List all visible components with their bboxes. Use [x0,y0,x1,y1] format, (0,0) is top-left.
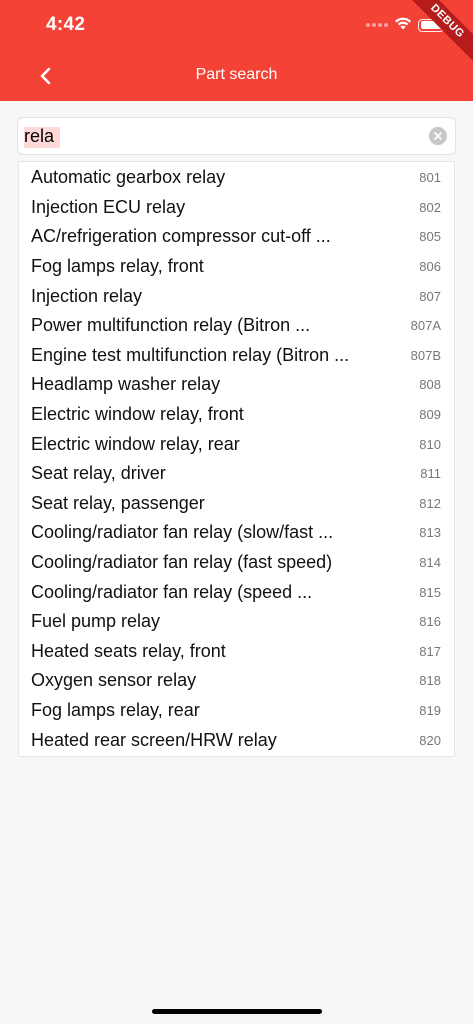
result-row[interactable]: Cooling/radiator fan relay (slow/fast ..… [19,518,454,548]
result-name: Injection relay [31,285,143,306]
result-name: Heated rear screen/HRW relay [31,729,277,750]
result-code: 813 [419,525,441,541]
result-row[interactable]: Fog lamps relay, rear 819 [19,696,454,726]
result-code: 805 [419,229,441,245]
results-list: Automatic gearbox relay 801 Injection ECU … [18,161,455,757]
result-row[interactable]: Heated rear screen/HRW relay 820 [19,725,454,755]
result-name: Heated seats relay, front [31,640,226,661]
result-row[interactable]: AC/refrigeration compressor cut-off ... 8… [19,222,454,252]
result-name: AC/refrigeration compressor cut-off ... [31,226,331,247]
result-name: Seat relay, passenger [31,492,205,513]
app-bar: 4:42 DEBUG Part search [0,0,473,101]
status-time: 4:42 [46,14,86,35]
result-code: 810 [419,436,441,452]
result-code: 807B [410,347,441,363]
result-name: Fog lamps relay, rear [31,699,200,720]
result-code: 817 [419,643,441,659]
result-code: 816 [419,614,441,630]
search-box [17,117,456,155]
result-code: 801 [419,170,441,186]
debug-banner: DEBUG [397,0,473,71]
result-row[interactable]: Electric window relay, rear 810 [19,429,454,459]
page-title: Part search [195,66,278,83]
result-name: Injection ECU relay [31,196,186,217]
result-code: 809 [419,407,441,423]
result-row[interactable]: Injection ECU relay 802 [19,193,454,223]
result-code: 820 [419,732,441,748]
result-row[interactable]: Electric window relay, front 809 [19,400,454,430]
result-code: 802 [419,199,441,215]
result-row[interactable]: Cooling/radiator fan relay (fast speed) 8… [19,548,454,578]
clear-circle-icon [434,132,442,140]
home-indicator [152,1009,322,1014]
result-row[interactable]: Power multifunction relay (Bitron ... 807… [19,311,454,341]
result-row[interactable]: Automatic gearbox relay 801 [19,163,454,193]
result-row[interactable]: Injection relay 807 [19,281,454,311]
result-row[interactable]: Fuel pump relay 816 [19,607,454,637]
result-code: 814 [419,555,441,571]
clear-button[interactable] [429,127,447,145]
result-name: Cooling/radiator fan relay (fast speed) [31,552,333,573]
result-name: Headlamp washer relay [31,374,221,395]
result-row[interactable]: Headlamp washer relay 808 [19,370,454,400]
result-code: 815 [419,584,441,600]
result-code: 806 [419,259,441,275]
result-name: Seat relay, driver [31,463,166,484]
result-code: 818 [419,673,441,689]
wifi-icon [394,16,412,35]
result-row[interactable]: Cooling/radiator fan relay (speed ... 815 [19,577,454,607]
search-input[interactable] [24,125,429,147]
result-code: 819 [419,702,441,718]
result-name: Electric window relay, rear [31,433,240,454]
result-code: 812 [419,495,441,511]
result-code: 811 [420,466,441,482]
result-name: Cooling/radiator fan relay (speed ... [31,581,313,602]
cellular-signal-icon [366,23,388,27]
result-row[interactable]: Fog lamps relay, front 806 [19,252,454,282]
result-code: 808 [419,377,441,393]
result-row[interactable]: Heated seats relay, front 817 [19,637,454,667]
result-row[interactable]: Engine test multifunction relay (Bitron … [19,341,454,371]
result-code: 807A [410,318,441,334]
result-name: Electric window relay, front [31,404,244,425]
result-name: Fog lamps relay, front [31,256,204,277]
result-row[interactable]: Seat relay, passenger 812 [19,489,454,519]
result-name: Automatic gearbox relay [31,167,226,188]
result-code: 807 [419,288,441,304]
result-name: Engine test multifunction relay (Bitron … [31,344,350,365]
result-name: Fuel pump relay [31,611,161,632]
result-name: Cooling/radiator fan relay (slow/fast ..… [31,522,334,543]
result-name: Oxygen sensor relay [31,670,197,691]
result-name: Power multifunction relay (Bitron ... [31,315,311,336]
result-row[interactable]: Oxygen sensor relay 818 [19,666,454,696]
result-row[interactable]: Seat relay, driver 811 [19,459,454,489]
